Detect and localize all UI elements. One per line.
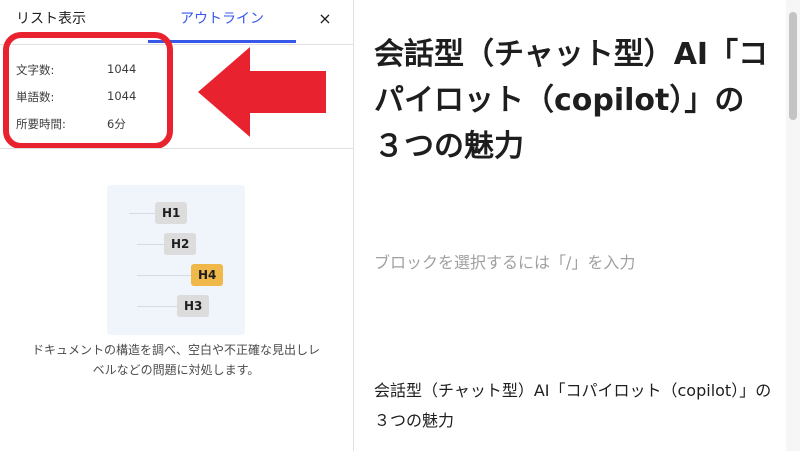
heading-badge-h3: H3 <box>177 295 210 317</box>
document-overview-sidebar: リスト表示 アウトライン × 文字数: 1044 単語数: 1044 所要時間:… <box>0 0 354 451</box>
outline-description: ドキュメントの構造を調べ、空白や不正確な見出しレベルなどの問題に対処します。 <box>31 343 320 377</box>
scrollbar[interactable] <box>786 0 800 451</box>
tab-outline[interactable]: アウトライン <box>148 0 296 44</box>
close-icon[interactable]: × <box>314 8 336 30</box>
outline-illustration: H1 H2 H4 H3 <box>107 185 245 335</box>
heading-badge-h4: H4 <box>191 264 224 286</box>
heading-badge-h1: H1 <box>155 202 188 224</box>
scrollbar-thumb[interactable] <box>789 12 797 120</box>
arrow-left-icon <box>198 47 326 137</box>
editor-canvas: 会話型（チャット型）AI「コパイロット（copilot）」の３つの魅力 ブロック… <box>354 0 800 451</box>
paragraph-block[interactable]: 会話型（チャット型）AI「コパイロット（copilot）」の３つの魅力 <box>374 376 774 436</box>
outline-connector <box>137 306 182 307</box>
block-placeholder[interactable]: ブロックを選択するには「/」を入力 <box>374 249 635 273</box>
heading-badge-h2: H2 <box>164 233 197 255</box>
outline-connector <box>137 275 195 276</box>
annotation-highlight-box <box>3 32 173 149</box>
post-title[interactable]: 会話型（チャット型）AI「コパイロット（copilot）」の３つの魅力 <box>374 32 774 170</box>
sidebar-divider <box>0 148 353 149</box>
